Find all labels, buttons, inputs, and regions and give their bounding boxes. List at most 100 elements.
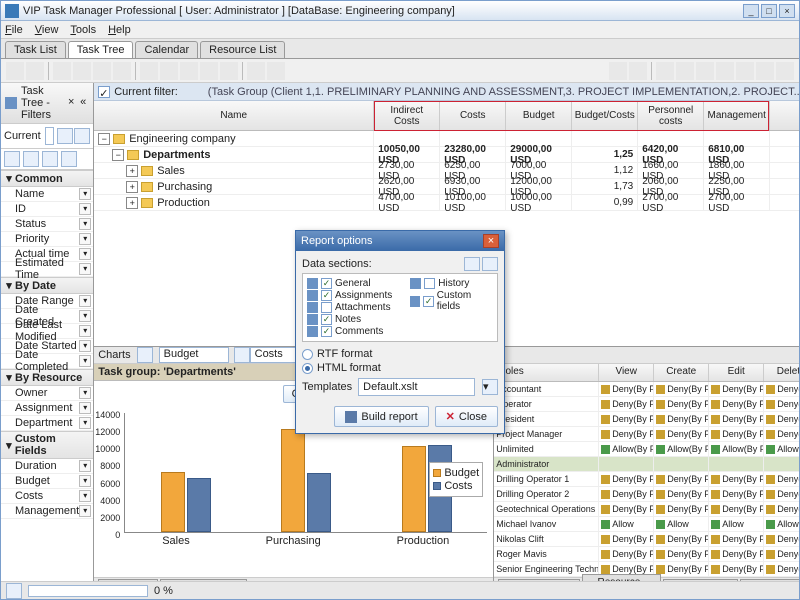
perm-cell[interactable]: Deny(By Parent): [709, 547, 764, 561]
perm-cell[interactable]: Deny(By Parent): [764, 472, 799, 486]
section-checkbox[interactable]: Attachments: [307, 302, 392, 313]
tb-1[interactable]: [6, 62, 24, 80]
perm-cell[interactable]: Allow(By Parent): [709, 442, 764, 456]
perm-role[interactable]: Operator: [494, 397, 599, 411]
perm-col[interactable]: Delete: [764, 364, 799, 381]
section-checkbox[interactable]: ✓Notes: [307, 314, 392, 325]
perm-cell[interactable]: Allow: [654, 517, 709, 531]
tb-r6[interactable]: [716, 62, 734, 80]
status-btn[interactable]: [6, 583, 22, 599]
filter-item[interactable]: Status▾: [1, 217, 93, 232]
perm-cell[interactable]: Deny(By Parent): [599, 532, 654, 546]
perm-cell[interactable]: Deny(By Parent): [709, 472, 764, 486]
tree-node[interactable]: +Production: [94, 195, 374, 210]
perm-cell[interactable]: Allow: [764, 517, 799, 531]
perm-role[interactable]: Unlimited: [494, 442, 599, 456]
section-checkbox[interactable]: ✓Custom fields: [410, 290, 493, 312]
btab[interactable]: Resource Assignment: [582, 574, 661, 582]
perm-cell[interactable]: Deny(By Parent): [709, 562, 764, 576]
filter-item[interactable]: Owner▾: [1, 386, 93, 401]
perm-role[interactable]: Accountant: [494, 382, 599, 396]
perm-cell[interactable]: Deny(By Parent): [764, 532, 799, 546]
view-btn-1[interactable]: [464, 257, 480, 271]
tree-node[interactable]: +Purchasing: [94, 179, 374, 194]
filter-item[interactable]: Estimated Time▾: [1, 262, 93, 277]
perm-cell[interactable]: Deny(By Parent): [764, 412, 799, 426]
current-filter-select[interactable]: [45, 127, 55, 145]
perm-cell[interactable]: Allow(By Parent): [599, 442, 654, 456]
html-format-radio[interactable]: HTML format: [302, 362, 498, 374]
filter-group[interactable]: ▾By Date: [1, 277, 93, 294]
perm-cell[interactable]: Deny(By Parent): [709, 412, 764, 426]
template-dd[interactable]: ▾: [482, 379, 498, 395]
tb-r8[interactable]: [756, 62, 774, 80]
perm-cell[interactable]: Deny(By Parent): [654, 397, 709, 411]
perm-cell[interactable]: Deny(By Parent): [599, 382, 654, 396]
filter-close-icon[interactable]: ×: [65, 97, 77, 109]
build-report-button[interactable]: Build report: [334, 406, 428, 427]
filter-group[interactable]: ▾Common: [1, 170, 93, 187]
perm-cell[interactable]: Deny(By Parent): [654, 502, 709, 516]
tb-11[interactable]: [220, 62, 238, 80]
perm-role[interactable]: Geotechnical Operations Manager: [494, 502, 599, 516]
perm-cell[interactable]: Deny(By Parent): [764, 547, 799, 561]
perm-col[interactable]: Create: [654, 364, 709, 381]
perm-cell[interactable]: Deny(By Parent): [654, 487, 709, 501]
tab-task-tree[interactable]: Task Tree: [68, 41, 134, 58]
menu-help[interactable]: Help: [108, 24, 131, 36]
tab-calendar[interactable]: Calendar: [135, 41, 198, 58]
perm-cell[interactable]: Deny(By Parent): [599, 397, 654, 411]
perm-cell[interactable]: Allow: [709, 517, 764, 531]
perm-cell[interactable]: Deny(By Parent): [654, 472, 709, 486]
perm-cell[interactable]: Deny(By Parent): [764, 562, 799, 576]
tree-node[interactable]: +Sales: [94, 163, 374, 178]
filter-item[interactable]: Priority▾: [1, 232, 93, 247]
filter-item[interactable]: Department▾: [1, 416, 93, 431]
col-header[interactable]: Budget/Costs: [572, 101, 638, 130]
tb-4[interactable]: [73, 62, 91, 80]
section-checkbox[interactable]: History: [410, 278, 493, 289]
tb-7[interactable]: [140, 62, 158, 80]
col-header[interactable]: Personnel costs: [638, 101, 704, 130]
perm-role[interactable]: Administrator: [494, 457, 599, 471]
perm-cell[interactable]: Deny(By Parent): [709, 382, 764, 396]
filter-item[interactable]: Date Completed▾: [1, 354, 93, 369]
filter-item[interactable]: Date Last Modified▾: [1, 324, 93, 339]
tb-r2[interactable]: [629, 62, 647, 80]
tb-2[interactable]: [26, 62, 44, 80]
section-checkbox[interactable]: ✓General: [307, 278, 392, 289]
perm-cell[interactable]: Deny(By Parent): [764, 427, 799, 441]
perm-cell[interactable]: [709, 457, 764, 471]
perm-cell[interactable]: Deny(By Parent): [764, 382, 799, 396]
menu-file[interactable]: File: [5, 24, 23, 36]
section-checkbox[interactable]: ✓Assignments: [307, 290, 392, 301]
tb-r1[interactable]: [609, 62, 627, 80]
col-header[interactable]: Costs: [440, 101, 506, 130]
perm-cell[interactable]: [599, 457, 654, 471]
menu-tools[interactable]: Tools: [70, 24, 96, 36]
perm-cell[interactable]: Allow: [599, 517, 654, 531]
perm-cell[interactable]: Deny(By Parent): [709, 502, 764, 516]
perm-cell[interactable]: Deny(By Parent): [599, 412, 654, 426]
perm-cell[interactable]: Deny(By Parent): [654, 562, 709, 576]
perm-role[interactable]: Drilling Operator 1: [494, 472, 599, 486]
col-header[interactable]: Indirect Costs: [374, 101, 440, 130]
perm-cell[interactable]: Deny(By Parent): [709, 532, 764, 546]
minimize-button[interactable]: _: [743, 4, 759, 18]
filter-checkbox[interactable]: ✓: [98, 86, 110, 98]
perm-cell[interactable]: Deny(By Parent): [599, 472, 654, 486]
filter-item[interactable]: ID▾: [1, 202, 93, 217]
tb-r9[interactable]: [776, 62, 794, 80]
perm-cell[interactable]: Allow(By Parent): [764, 442, 799, 456]
rtf-format-radio[interactable]: RTF format: [302, 348, 498, 360]
dialog-close-button[interactable]: ×: [483, 234, 499, 248]
perm-cell[interactable]: [764, 457, 799, 471]
filter-group[interactable]: ▾By Resource: [1, 369, 93, 386]
tb-r5[interactable]: [696, 62, 714, 80]
col-header[interactable]: Management: [704, 101, 770, 130]
perm-role[interactable]: President: [494, 412, 599, 426]
perm-role[interactable]: Nikolas Clift: [494, 532, 599, 546]
tb-r7[interactable]: [736, 62, 754, 80]
perm-role[interactable]: Michael Ivanov: [494, 517, 599, 531]
tb-3[interactable]: [53, 62, 71, 80]
